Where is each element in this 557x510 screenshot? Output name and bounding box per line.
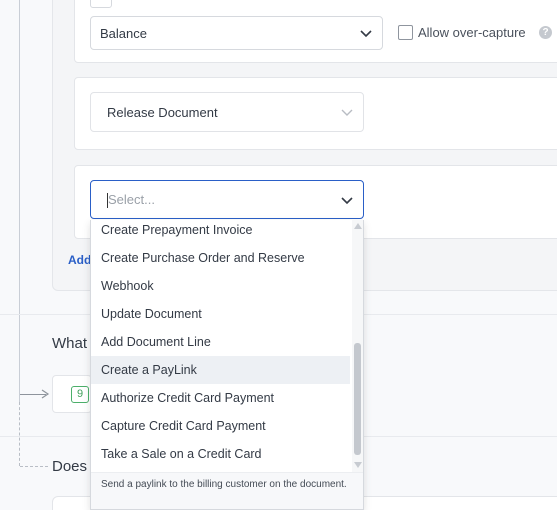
count-badge: 9 xyxy=(71,386,89,403)
workflow-editor: Balance Allow over-capture ? Release Doc… xyxy=(0,0,557,510)
dropdown-option[interactable]: Take a Sale on a Credit Card xyxy=(91,440,350,468)
amount-type-value: Balance xyxy=(100,25,147,41)
arrow-right-icon xyxy=(41,389,50,399)
dropdown-option[interactable]: Authorize Credit Card Payment xyxy=(91,384,350,412)
add-action-link[interactable]: Add xyxy=(68,253,91,267)
chevron-down-icon xyxy=(341,109,353,116)
option-description: Send a paylink to the billing customer o… xyxy=(91,472,363,509)
release-document-value: Release Document xyxy=(107,104,218,120)
scrollbar-thumb[interactable] xyxy=(354,343,361,455)
flow-branch-dashed xyxy=(20,466,48,467)
dropdown-option[interactable]: Create Prepayment Invoice xyxy=(91,220,350,244)
dropdown-option[interactable]: Add Document Line xyxy=(91,328,350,356)
chevron-down-icon xyxy=(360,30,372,38)
what-question-title: What xyxy=(52,335,88,352)
action-type-placeholder: Select... xyxy=(108,192,155,207)
help-icon[interactable]: ? xyxy=(539,26,552,39)
dropdown-option[interactable]: Update Document xyxy=(91,300,350,328)
flow-connector-dashed xyxy=(19,402,20,466)
dropdown-option[interactable]: Capture Credit Card Payment xyxy=(91,412,350,440)
allow-overcapture-option[interactable]: Allow over-capture xyxy=(398,25,526,40)
chevron-down-icon[interactable] xyxy=(341,195,353,205)
release-document-select[interactable]: Release Document xyxy=(90,92,364,132)
flow-connector-line xyxy=(19,0,20,402)
allow-overcapture-label: Allow over-capture xyxy=(418,25,526,40)
dropdown-option-highlighted[interactable]: Create a PayLink xyxy=(91,356,350,384)
scroll-up-icon[interactable] xyxy=(354,223,362,229)
option-checkbox-top[interactable] xyxy=(90,0,112,8)
scroll-down-icon[interactable] xyxy=(354,462,362,468)
amount-type-select[interactable]: Balance xyxy=(90,16,383,50)
allow-overcapture-checkbox[interactable] xyxy=(398,25,413,40)
action-type-dropdown: Create Prepayment Invoice Create Purchas… xyxy=(90,220,364,510)
does-question-title: Does xyxy=(52,458,88,475)
dropdown-option[interactable]: Create Purchase Order and Reserve xyxy=(91,244,350,272)
action-type-select[interactable]: Select... xyxy=(90,180,364,219)
dropdown-option[interactable]: Webhook xyxy=(91,272,350,300)
text-cursor xyxy=(107,193,108,208)
